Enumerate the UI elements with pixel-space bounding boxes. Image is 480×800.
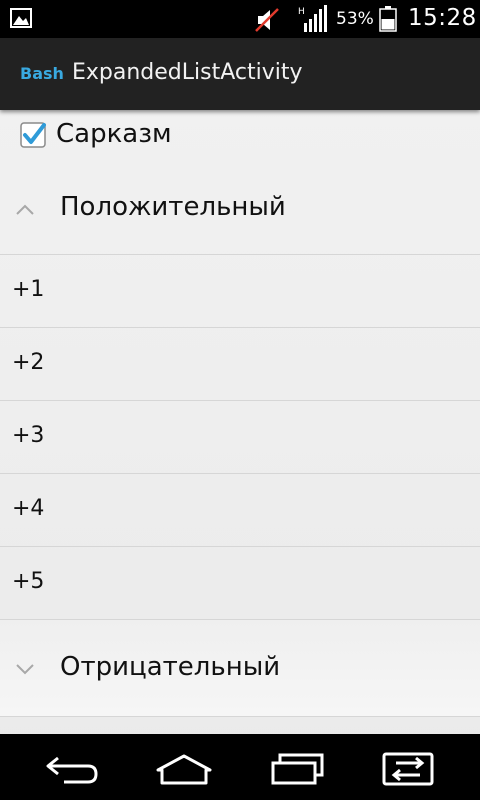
list-item-label: +3 [12, 423, 45, 448]
list-item[interactable]: +5 [0, 547, 480, 620]
list-item[interactable]: +3 [0, 401, 480, 474]
sarcasm-checkbox[interactable] [20, 122, 46, 148]
list-item[interactable]: +2 [0, 328, 480, 401]
group-label-negative: Отрицательный [60, 652, 281, 682]
screen: H 53% 15:28 Bash ExpandedListActivity Са… [0, 0, 480, 800]
signal-icon: H [298, 5, 327, 32]
list-item-label: +2 [12, 350, 45, 375]
battery-icon [379, 6, 397, 32]
group-header-positive[interactable]: Положительный [0, 166, 480, 255]
list-item[interactable]: +1 [0, 255, 480, 328]
battery-percent: 53% [336, 9, 374, 29]
action-bar: Bash ExpandedListActivity [0, 38, 480, 110]
recent-apps-icon[interactable] [268, 752, 328, 786]
chevron-up-icon [16, 204, 34, 215]
network-type-label: H [298, 7, 305, 17]
group-label-positive: Положительный [60, 192, 286, 222]
list-item-label: +1 [12, 277, 45, 302]
switch-app-icon[interactable] [378, 752, 438, 786]
activity-title: ExpandedListActivity [72, 60, 303, 85]
clock: 15:28 [408, 5, 477, 31]
group-header-negative[interactable]: Отрицательный [0, 620, 480, 717]
expandable-list: Сарказм Положительный +1 +2 +3 +4 +5 Отр… [0, 110, 480, 734]
sarcasm-checkbox-row[interactable]: Сарказм [0, 110, 480, 166]
home-icon[interactable] [154, 752, 214, 786]
mute-icon [255, 8, 279, 32]
sarcasm-checkbox-label: Сарказм [56, 119, 172, 149]
list-item-label: +4 [12, 496, 45, 521]
app-icon[interactable]: Bash [20, 64, 64, 83]
chevron-down-icon [16, 664, 34, 675]
list-item-label: +5 [12, 569, 45, 594]
back-icon[interactable] [44, 752, 104, 786]
gallery-icon [10, 8, 32, 28]
list-item[interactable]: +4 [0, 474, 480, 547]
status-bar: H 53% 15:28 [0, 0, 480, 38]
navigation-bar [0, 734, 480, 800]
